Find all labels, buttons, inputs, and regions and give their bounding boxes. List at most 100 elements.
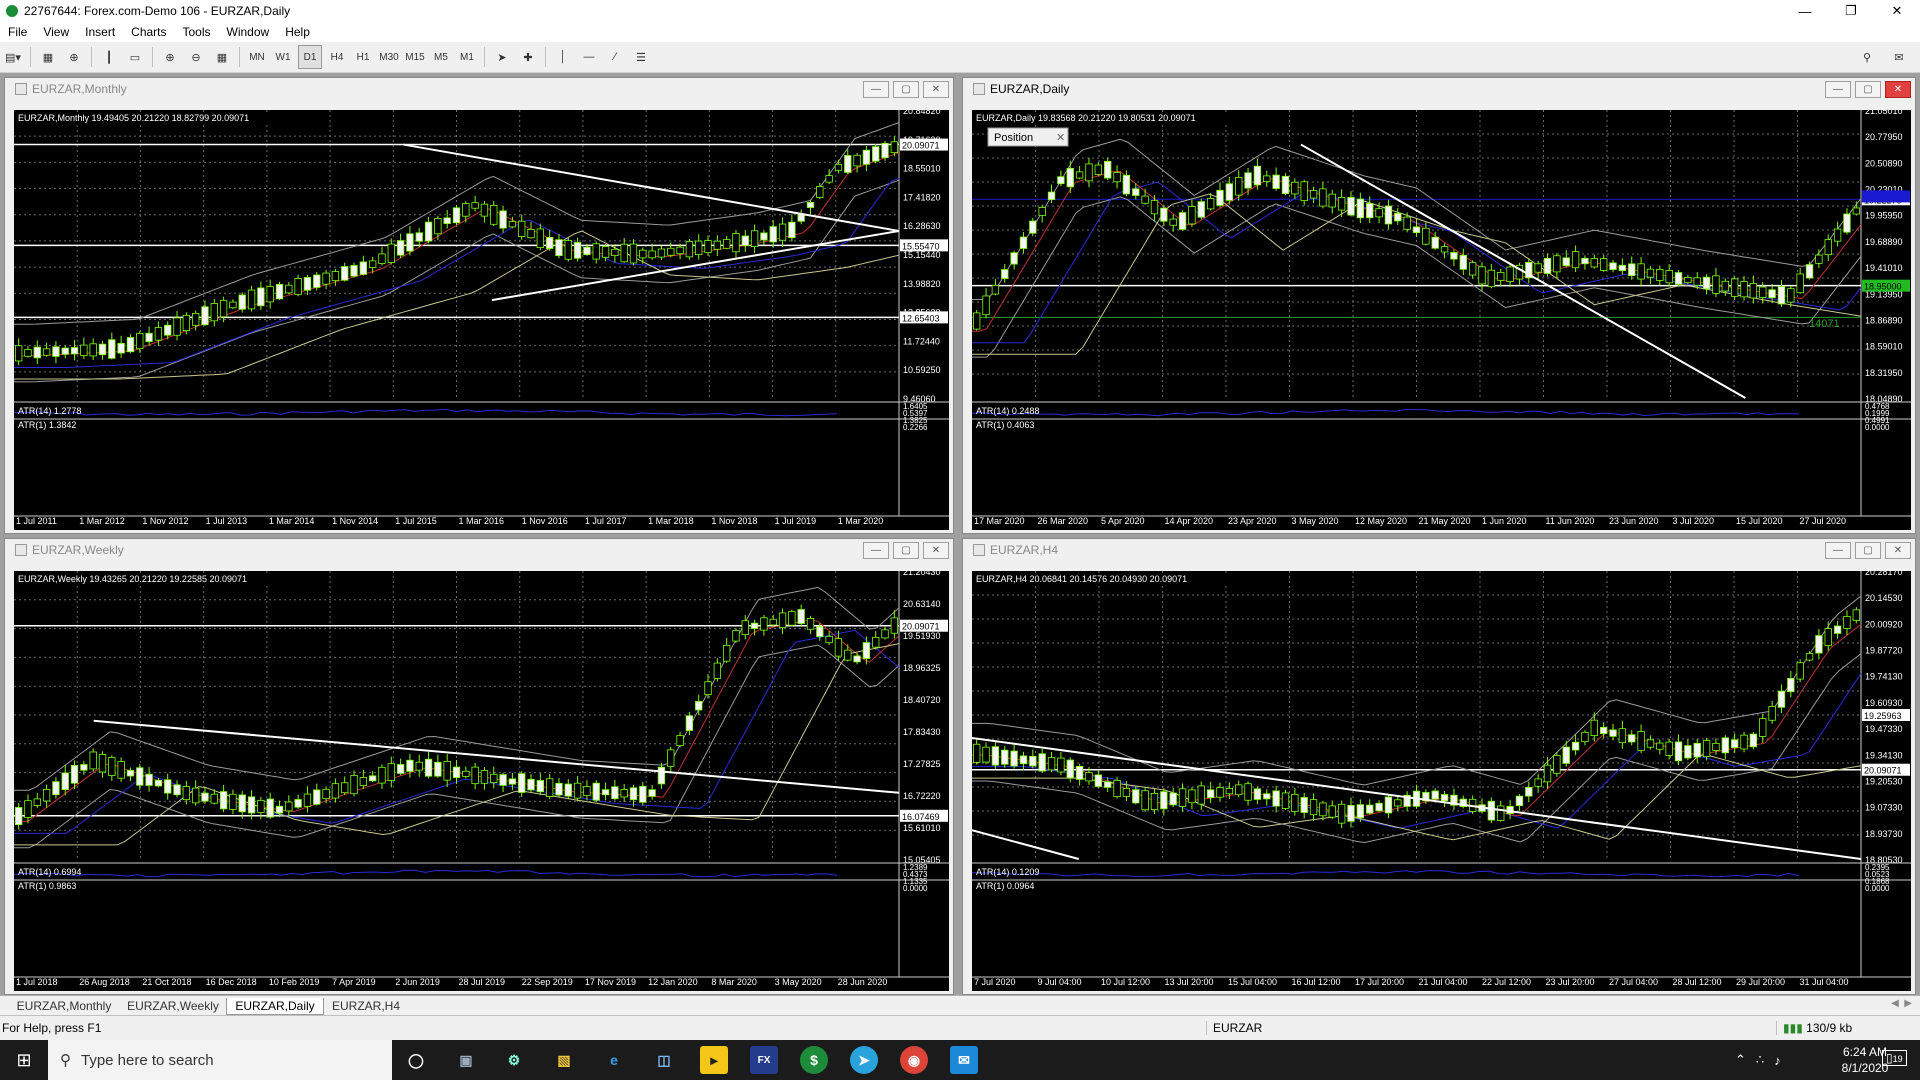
candlestick: [1122, 788, 1131, 797]
window-minimize-icon[interactable]: —: [863, 81, 889, 98]
timeframe-h1[interactable]: H1: [352, 46, 374, 68]
messaging-icon[interactable]: ✉: [950, 1046, 978, 1074]
candlestick: [229, 793, 237, 810]
telegram-icon[interactable]: ➤: [850, 1046, 878, 1074]
bar-chart-icon[interactable]: ┃: [98, 46, 120, 68]
candlestick: [368, 775, 377, 782]
candlestick: [1375, 208, 1383, 218]
toolbar: ▤▾ ▦ ⊕ ┃ ▭ ⊕ ⊖ ▦ MN W1 D1 H4 H1 M30 M15 …: [0, 42, 1920, 73]
chart-window-monthly[interactable]: EURZAR,Monthly —▢✕ 20.8482019.7163018.55…: [4, 77, 954, 534]
trendline-icon[interactable]: ∕: [604, 46, 626, 68]
tab-eurzar-h4[interactable]: EURZAR,H4: [326, 998, 406, 1014]
chart-window-weekly[interactable]: EURZAR,Weekly — ▢ ✕ 21.20430 20.63140 19.519…: [4, 538, 954, 995]
volume-icon[interactable]: ♪: [1774, 1053, 1781, 1068]
search-icon[interactable]: ⚲: [1856, 46, 1878, 68]
timeframe-m5[interactable]: M5: [430, 46, 452, 68]
position-tool-label: Position: [994, 132, 1033, 144]
window-maximize-icon[interactable]: ▢: [1855, 81, 1881, 98]
candlestick: [1216, 189, 1224, 206]
taskbar-search[interactable]: ⚲ Type here to search: [48, 1040, 392, 1080]
tab-scroll-arrows-icon[interactable]: ◀ ▶: [1891, 998, 1912, 1009]
chart-canvas[interactable]: 20.28170 20.14530 20.00920 19.87720 19.74130…: [972, 571, 1911, 991]
window-maximize-icon[interactable]: ▢: [893, 81, 919, 98]
price-axis-label: 19.87720: [1865, 646, 1903, 656]
indicator-label: ATR(14) 1.2778: [18, 406, 81, 416]
restore-icon[interactable]: ❐: [1828, 0, 1874, 22]
time-axis-label: 16 Dec 2018: [206, 977, 257, 987]
timeframe-m1[interactable]: M1: [456, 46, 478, 68]
channel-icon[interactable]: ☰: [630, 46, 652, 68]
timeframe-h4[interactable]: H4: [326, 46, 348, 68]
chrome-icon[interactable]: ◉: [900, 1046, 928, 1074]
tile-windows-icon[interactable]: ▦: [211, 46, 233, 68]
window-close-icon[interactable]: ✕: [1885, 81, 1911, 98]
window-close-icon[interactable]: ✕: [1885, 542, 1911, 559]
vertical-line-icon[interactable]: │: [552, 46, 574, 68]
window-minimize-icon[interactable]: —: [863, 542, 889, 559]
cortana-icon[interactable]: ◯: [402, 1046, 430, 1074]
candlestick: [182, 314, 191, 332]
file-explorer-icon[interactable]: ▧: [550, 1046, 578, 1074]
candlestick: [1141, 790, 1149, 811]
candlestick: [1581, 257, 1589, 265]
candlestick: [480, 770, 489, 784]
chart-canvas[interactable]: 21.0501020.7795020.5089020.2301019.95950…: [972, 110, 1911, 530]
crosshair-target-icon[interactable]: ⊕: [63, 46, 85, 68]
menu-file[interactable]: File: [0, 25, 35, 39]
timeframe-mn[interactable]: MN: [246, 46, 268, 68]
menu-insert[interactable]: Insert: [77, 25, 123, 39]
sticky-app-icon[interactable]: ▸: [700, 1046, 728, 1074]
candlestick: [1272, 174, 1280, 189]
zoom-in-icon[interactable]: ⊕: [159, 46, 181, 68]
chart-window-h4[interactable]: EURZAR,H4 — ▢ ✕ 20.28170 20.14530 20.00920 19…: [962, 538, 1916, 995]
close-icon[interactable]: ✕: [1874, 0, 1920, 22]
timeframe-w1[interactable]: W1: [272, 46, 294, 68]
profiles-icon[interactable]: ▦: [37, 46, 59, 68]
menu-tools[interactable]: Tools: [175, 25, 219, 39]
horizontal-line-icon[interactable]: —: [578, 46, 600, 68]
timeframe-m15[interactable]: M15: [404, 46, 426, 68]
chat-icon[interactable]: ✉: [1888, 46, 1910, 68]
menu-charts[interactable]: Charts: [123, 25, 174, 39]
edge-browser-icon[interactable]: e: [600, 1046, 628, 1074]
minimize-icon[interactable]: —: [1782, 0, 1828, 22]
menu-help[interactable]: Help: [277, 25, 318, 39]
metatrader-taskbar-icon[interactable]: ⚙: [500, 1046, 528, 1074]
window-close-icon[interactable]: ✕: [923, 81, 949, 98]
menu-window[interactable]: Window: [219, 25, 278, 39]
candlestick-icon[interactable]: ▭: [124, 46, 146, 68]
task-view-icon[interactable]: ▣: [452, 1046, 480, 1074]
notification-icon[interactable]: ▯19: [1882, 1050, 1907, 1066]
toolbar-divider: [484, 47, 485, 67]
wifi-icon[interactable]: ∴: [1756, 1052, 1764, 1068]
candlestick: [788, 221, 796, 239]
tray-chevron-icon[interactable]: ⌃: [1735, 1052, 1746, 1068]
window-maximize-icon[interactable]: ▢: [1855, 542, 1881, 559]
window-maximize-icon[interactable]: ▢: [893, 542, 919, 559]
chart-window-daily[interactable]: EURZAR,Daily — ▢ ✕ 21.05010 20.77950 20.5089…: [962, 77, 1916, 534]
zoom-out-icon[interactable]: ⊖: [185, 46, 207, 68]
computer-icon[interactable]: ◫: [650, 1046, 678, 1074]
menu-view[interactable]: View: [35, 25, 77, 39]
fx-choice-icon[interactable]: FX: [750, 1046, 778, 1074]
window-minimize-icon[interactable]: —: [1825, 81, 1851, 98]
timeframe-d1[interactable]: D1: [298, 45, 322, 69]
window-minimize-icon[interactable]: —: [1825, 542, 1851, 559]
tab-eurzar-weekly[interactable]: EURZAR,Weekly: [124, 998, 222, 1014]
trading-app-icon[interactable]: $: [800, 1046, 828, 1074]
tab-eurzar-monthly[interactable]: EURZAR,Monthly: [8, 998, 120, 1014]
start-button[interactable]: ⊞: [0, 1040, 48, 1080]
position-close-icon[interactable]: ✕: [1056, 132, 1065, 144]
new-chart-icon[interactable]: ▤▾: [2, 46, 24, 68]
timeframe-m30[interactable]: M30: [378, 46, 400, 68]
time-axis-label: 17 Mar 2020: [974, 516, 1025, 526]
crosshair-icon[interactable]: ✚: [517, 46, 539, 68]
chart-canvas[interactable]: 20.8482019.7163018.5501017.4182016.28630…: [14, 110, 949, 530]
candlestick: [1618, 728, 1627, 744]
tab-eurzar-daily[interactable]: EURZAR,Daily: [226, 998, 324, 1015]
window-close-icon[interactable]: ✕: [923, 542, 949, 559]
candlestick: [52, 781, 60, 796]
candlestick: [89, 343, 97, 357]
chart-canvas[interactable]: 21.20430 20.63140 19.51930 18.96325 18.40720…: [14, 571, 949, 991]
cursor-icon[interactable]: ➤: [491, 46, 513, 68]
